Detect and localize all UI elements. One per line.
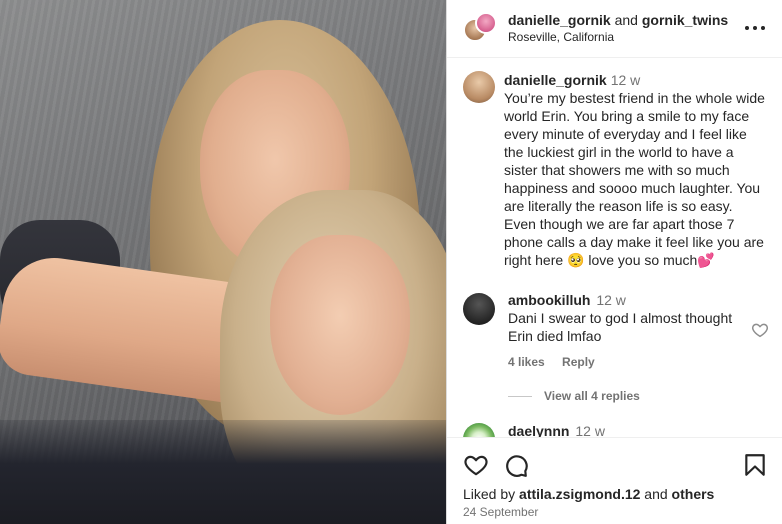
bookmark-icon[interactable] (742, 452, 768, 478)
comments-section[interactable]: danielle_gornik 12 w You’re my bestest fr… (447, 59, 782, 437)
more-horizontal-icon (753, 26, 757, 30)
comment-avatar[interactable] (463, 293, 495, 325)
caption-username[interactable]: danielle_gornik (504, 72, 607, 88)
caption-text: You’re my bestest friend in the whole wi… (504, 90, 765, 268)
photo-face-right (270, 235, 410, 415)
caption-avatar[interactable] (463, 71, 495, 103)
next-comment-header: daelynnn 12 w (508, 423, 605, 437)
view-replies-button[interactable]: View all 4 replies (508, 389, 640, 403)
comment-icon[interactable] (503, 452, 529, 478)
caption-time[interactable]: 12 w (611, 72, 641, 88)
header-user1-link[interactable]: danielle_gornik (508, 12, 611, 28)
comment-reply-button[interactable]: Reply (562, 355, 595, 369)
comment-like-heart-icon[interactable] (751, 321, 769, 339)
view-replies-line (508, 396, 532, 398)
liked-by-others-link[interactable]: others (672, 486, 715, 502)
next-comment-time[interactable]: 12 w (575, 423, 605, 437)
comment-username[interactable]: ambookilluh (508, 292, 590, 308)
caption-body: danielle_gornik 12 w You’re my bestest fr… (504, 71, 766, 269)
header-location[interactable]: Roseville, California (508, 30, 614, 44)
header-and-text: and (614, 12, 638, 28)
comment-meta: 4 likes Reply (508, 355, 609, 369)
liked-by-and: and (644, 486, 668, 502)
post-actions: Liked by attila.zsigmond.12 and others 2… (447, 437, 782, 524)
view-replies-label[interactable]: View all 4 replies (544, 389, 640, 403)
comment-text: Dani I swear to god I almost thought Eri… (508, 310, 733, 344)
post-photo[interactable] (0, 0, 446, 524)
liked-by-user-link[interactable]: attila.zsigmond.12 (519, 486, 640, 502)
more-horizontal-icon (761, 26, 765, 30)
next-comment-username[interactable]: daelynnn (508, 423, 569, 437)
post-header: danielle_gornik and gornik_twins Rosevil… (447, 0, 782, 58)
liked-by-line: Liked by attila.zsigmond.12 and others (463, 486, 714, 502)
next-comment-avatar[interactable] (463, 423, 495, 437)
comment-likes-count[interactable]: 4 likes (508, 355, 545, 369)
comment-body: ambookilluh 12 w Dani I swear to god I a… (508, 291, 748, 345)
more-options-button[interactable] (743, 18, 767, 38)
more-horizontal-icon (745, 26, 749, 30)
avatar-user2[interactable] (475, 12, 497, 34)
photo-bottom-shadow (0, 420, 446, 524)
heart-icon[interactable] (463, 452, 489, 478)
header-user2-link[interactable]: gornik_twins (642, 12, 728, 28)
liked-by-label: Liked by (463, 486, 516, 502)
header-usernames: danielle_gornik and gornik_twins (508, 12, 728, 28)
post-date[interactable]: 24 September (463, 505, 538, 519)
post-side-panel: danielle_gornik and gornik_twins Rosevil… (446, 0, 782, 524)
comment-time[interactable]: 12 w (596, 292, 626, 308)
header-avatar-stack[interactable] (463, 12, 497, 44)
